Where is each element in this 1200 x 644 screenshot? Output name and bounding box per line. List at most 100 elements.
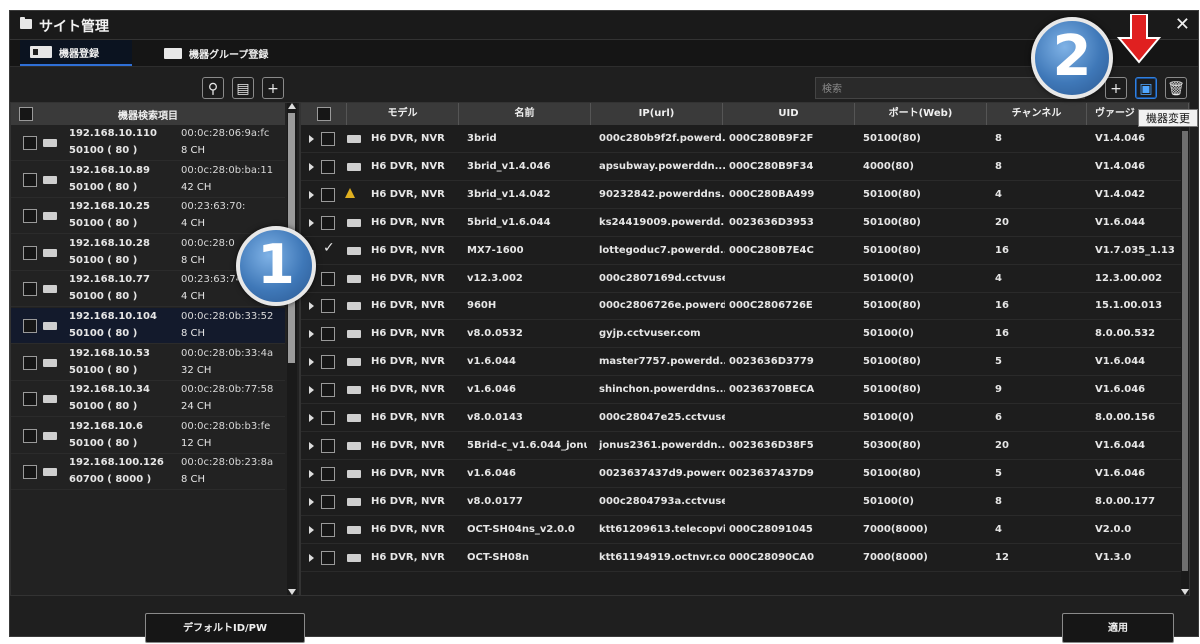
table-row[interactable]: H6 DVR, NVR v8.0.0532 gyjp.cctvuser.com 501…	[301, 320, 1181, 349]
device-search-item[interactable]: 192.168.100.126 60700 ( 8000 ) 00:0c:28:0b…	[11, 454, 285, 491]
item-checkbox[interactable]	[23, 428, 37, 443]
item-checkbox[interactable]	[23, 245, 37, 260]
add-button[interactable]: +	[1105, 77, 1127, 99]
column-header-channel[interactable]: チャンネル	[987, 103, 1087, 125]
table-row[interactable]: H6 DVR, NVR 3brid_v1.4.042 90232842.powerd…	[301, 181, 1181, 209]
table-row[interactable]: ✓ H6 DVR, NVR MX7-1600 lottegoduc7.powerdd.…	[301, 237, 1181, 265]
device-search-item[interactable]: 192.168.10.89 50100 ( 80 ) 00:0c:28:0b:ba:…	[11, 162, 285, 198]
device-search-item[interactable]: 192.168.10.6 50100 ( 80 ) 00:0c:28:0b:b3:f…	[11, 418, 285, 454]
table-row[interactable]: H6 DVR, NVR v1.6.046 shinchon.powerddns...…	[301, 376, 1181, 405]
expand-icon[interactable]	[309, 553, 314, 562]
item-checkbox[interactable]	[23, 319, 37, 333]
apply-button[interactable]: 適用	[1062, 613, 1174, 643]
cell-version: V1.4.046	[1095, 160, 1146, 172]
column-header-name[interactable]: 名前	[459, 103, 591, 125]
cell-port: 50100(80)	[863, 356, 921, 368]
column-header-ip[interactable]: IP(url)	[591, 103, 723, 125]
item-checkbox[interactable]	[23, 209, 37, 224]
cell-ip: gyjp.cctvuser.com	[599, 328, 701, 340]
expand-icon[interactable]	[309, 358, 314, 367]
item-checkbox[interactable]	[23, 392, 37, 407]
select-all-checkbox[interactable]	[316, 107, 331, 121]
expand-icon[interactable]	[309, 135, 314, 143]
expand-icon[interactable]	[309, 162, 314, 171]
close-icon[interactable]: ✕	[1175, 14, 1190, 35]
expand-icon[interactable]	[309, 302, 314, 311]
cell-ip: 0023637437d9.powerd...	[599, 467, 725, 479]
expand-icon[interactable]	[309, 190, 314, 199]
column-header-model[interactable]: モデル	[347, 103, 459, 125]
device-search-item[interactable]: 192.168.10.34 50100 ( 80 ) 00:0c:28:0b:77:…	[11, 381, 285, 418]
table-row[interactable]: H6 DVR, NVR v1.6.046 0023637437d9.powerd..…	[301, 460, 1181, 488]
item-checkbox[interactable]	[23, 172, 37, 187]
table-row[interactable]: H6 DVR, NVR 5Brid-c_v1.6.044_jonu... jonus…	[301, 432, 1181, 460]
table-row[interactable]: H6 DVR, NVR v8.0.0143 000c28047e25.cctvuse…	[301, 404, 1181, 432]
search-input[interactable]	[820, 79, 1064, 99]
row-checkbox[interactable]	[321, 383, 335, 398]
table-row[interactable]: H6 DVR, NVR 3brid_v1.4.046 apsubway.powerd…	[301, 153, 1181, 181]
table-scrollbar[interactable]	[1181, 125, 1189, 595]
register-device-icon[interactable]: ▤	[232, 77, 254, 99]
edit-device-button[interactable]: ▣	[1135, 77, 1157, 99]
table-row[interactable]: H6 DVR, NVR OCT-SH04ns_v2.0.0 ktt61209613.…	[301, 516, 1181, 544]
item-checkbox[interactable]	[23, 282, 37, 297]
row-checkbox[interactable]	[321, 187, 335, 202]
table-row[interactable]: H6 DVR, NVR v8.0.0177 000c2804793a.cctvuse…	[301, 488, 1181, 516]
device-icon	[43, 358, 57, 367]
item-checkbox[interactable]	[23, 136, 37, 150]
device-icon	[347, 525, 361, 534]
row-checkbox[interactable]	[321, 522, 335, 537]
add-device-button[interactable]: +	[262, 77, 284, 99]
row-checkbox[interactable]	[321, 438, 335, 453]
device-search-item[interactable]: 192.168.10.110 50100 ( 80 ) 00:0c:28:06:9a…	[11, 125, 285, 161]
expand-icon[interactable]	[309, 525, 314, 534]
left-scrollbar[interactable]	[287, 103, 297, 595]
row-checkbox[interactable]	[321, 411, 335, 425]
device-icon	[347, 441, 361, 450]
device-search-item[interactable]: 192.168.10.25 50100 ( 80 ) 00:23:63:70: 4 C…	[11, 198, 285, 235]
row-checkbox[interactable]	[321, 132, 335, 146]
scroll-down-icon[interactable]	[288, 589, 296, 595]
row-checkbox[interactable]	[321, 299, 335, 314]
row-checkbox[interactable]	[321, 159, 335, 174]
column-header-port[interactable]: ポート(Web)	[855, 103, 987, 125]
item-checkbox[interactable]	[23, 465, 37, 480]
row-checkbox[interactable]	[321, 215, 335, 230]
search-device-icon[interactable]: ⚲	[202, 77, 224, 99]
default-idpw-button[interactable]: デフォルトID/PW	[145, 613, 305, 643]
table-row[interactable]: H6 DVR, NVR OCT-SH08n ktt61194919.octnvr.c…	[301, 544, 1181, 572]
scroll-up-icon[interactable]	[288, 103, 296, 109]
expand-icon[interactable]	[309, 218, 314, 227]
table-row[interactable]: H6 DVR, NVR 960H 000c2806726e.powerd... 000…	[301, 292, 1181, 321]
checkmark-icon[interactable]: ✓	[323, 240, 335, 256]
expand-icon[interactable]	[309, 497, 314, 506]
row-checkbox[interactable]	[321, 494, 335, 509]
expand-icon[interactable]	[309, 469, 314, 478]
annotation-badge-1: 1	[236, 226, 316, 306]
row-checkbox[interactable]	[321, 466, 335, 481]
tab-device-group-registration[interactable]: 機器グループ登録	[154, 40, 304, 66]
table-row[interactable]: H6 DVR, NVR v1.6.044 master7757.powerdd...…	[301, 348, 1181, 377]
table-row[interactable]: H6 DVR, NVR 3brid 000c280b9f2f.powerd... 00…	[301, 125, 1181, 153]
expand-icon[interactable]	[309, 386, 314, 395]
table-row[interactable]: H6 DVR, NVR v12.3.002 000c2807169d.cctvuse…	[301, 265, 1181, 293]
expand-icon[interactable]	[309, 441, 314, 450]
expand-icon[interactable]	[309, 330, 314, 339]
row-checkbox[interactable]	[321, 327, 335, 342]
device-search-item[interactable]: 192.168.10.53 50100 ( 80 ) 00:0c:28:0b:33:…	[11, 345, 285, 381]
row-checkbox[interactable]	[321, 271, 335, 286]
row-checkbox[interactable]	[321, 550, 335, 565]
delete-button[interactable]: 🗑	[1165, 77, 1187, 99]
column-header-uid[interactable]: UID	[723, 103, 855, 125]
device-icon	[347, 274, 361, 283]
scroll-down-icon[interactable]	[1181, 589, 1189, 595]
device-search-item[interactable]: 192.168.10.104 50100 ( 80 ) 00:0c:28:0b:33…	[11, 308, 285, 344]
item-mac: 00:0c:28:0b:33:4a	[181, 347, 274, 359]
row-checkbox[interactable]	[321, 355, 335, 370]
expand-icon[interactable]	[309, 414, 314, 422]
scroll-thumb[interactable]	[1182, 131, 1188, 571]
cell-ip: ks24419009.powerdd...	[599, 216, 725, 228]
item-checkbox[interactable]	[23, 355, 37, 370]
table-row[interactable]: H6 DVR, NVR 5brid_v1.6.044 ks24419009.powe…	[301, 209, 1181, 237]
tab-device-registration[interactable]: 機器登録	[20, 40, 132, 66]
